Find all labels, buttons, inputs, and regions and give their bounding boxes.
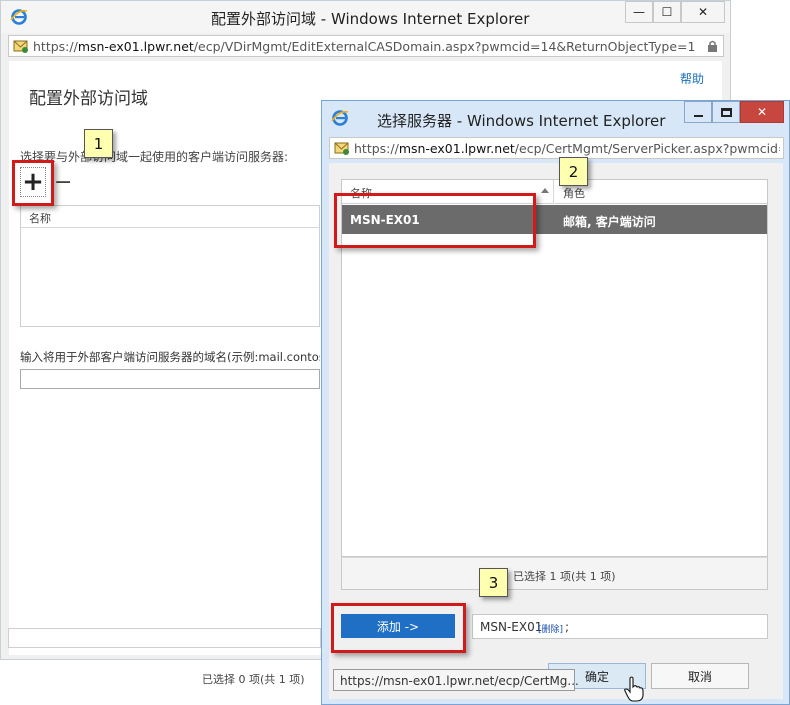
popup-address-bar[interactable]: https://msn-ex01.lpwr.net/ecp/CertMgmt/S…	[329, 137, 784, 159]
callout-badge-2: 2	[559, 157, 588, 186]
column-role-label: 角色	[563, 187, 585, 200]
callout-badge-1: 1	[84, 129, 113, 158]
callout-badge-3: 3	[479, 568, 508, 597]
lock-icon	[707, 40, 718, 52]
sort-ascending-icon	[541, 188, 549, 193]
popup-titlebar: 选择服务器 - Windows Internet Explorer ✕	[322, 101, 789, 135]
popup-url-text: https://msn-ex01.lpwr.net/ecp/CertMgmt/S…	[354, 141, 780, 156]
minimize-icon: —	[633, 5, 645, 19]
server-role-cell: 邮箱, 客户端访问	[563, 215, 656, 229]
callout-number-2: 2	[568, 162, 579, 181]
maximize-icon	[720, 107, 732, 117]
picker-footer: 已选择 1 项(共 1 项)	[341, 557, 768, 590]
ie-logo-icon	[10, 8, 28, 26]
ok-button-label: 确定	[584, 669, 609, 684]
help-link[interactable]: 帮助	[680, 70, 704, 87]
selected-items-box: MSN-EX01 [删除] ;	[472, 614, 768, 639]
url-scheme: https://	[33, 39, 78, 54]
callout-highlight-add-button	[12, 160, 54, 206]
main-maximize-button[interactable]: ☐	[653, 1, 681, 23]
status-url-text: https://msn-ex01.lpwr.net/ecp/CertMg...	[340, 674, 579, 688]
cancel-button[interactable]: 取消	[651, 663, 749, 689]
hand-cursor-icon	[623, 676, 645, 702]
selected-separator: ;	[565, 620, 570, 634]
main-url-text: https://msn-ex01.lpwr.net/ecp/VDirMgmt/E…	[33, 39, 703, 54]
status-url-tooltip: https://msn-ex01.lpwr.net/ecp/CertMg...	[333, 669, 579, 691]
close-icon: ✕	[697, 5, 709, 19]
page-envelope-icon	[13, 39, 29, 53]
ie-logo-icon	[331, 109, 349, 127]
column-name-label: 名称	[29, 212, 51, 225]
selected-server-name: MSN-EX01	[480, 620, 543, 634]
domain-name-label: 输入将用于外部客户端访问服务器的域名(示例:mail.contoso.com):	[20, 350, 320, 364]
close-icon: ✕	[756, 105, 768, 119]
list-column-header: 名称	[21, 206, 319, 228]
callout-highlight-server-row	[334, 193, 536, 248]
popup-maximize-button[interactable]	[712, 101, 740, 123]
popup-minimize-button[interactable]	[684, 101, 712, 123]
main-selection-status: 已选择 0 项(共 1 项)	[202, 673, 305, 686]
callout-number-3: 3	[488, 573, 499, 592]
selected-servers-list[interactable]: 名称	[20, 205, 320, 327]
remove-selected-link[interactable]: [删除]	[538, 622, 563, 635]
main-footer-bar	[8, 628, 321, 648]
main-address-bar[interactable]: https://msn-ex01.lpwr.net/ecp/VDirMgmt/E…	[8, 35, 724, 57]
popup-window-title: 选择服务器 - Windows Internet Explorer	[377, 112, 666, 130]
url-path: /ecp/CertMgmt/ServerPicker.aspx?pwmcid=1	[514, 141, 780, 156]
popup-close-button[interactable]: ✕	[740, 101, 784, 123]
callout-number-1: 1	[93, 134, 104, 153]
main-minimize-button[interactable]: —	[625, 1, 653, 23]
main-close-button[interactable]: ✕	[681, 1, 725, 23]
main-titlebar: 配置外部访问域 - Windows Internet Explorer — ☐ …	[1, 1, 730, 33]
page-envelope-icon	[334, 141, 350, 155]
maximize-icon: ☐	[661, 5, 673, 19]
minimize-icon	[693, 114, 703, 117]
main-window-title: 配置外部访问域 - Windows Internet Explorer	[211, 10, 530, 28]
picker-selection-status: 已选择 1 项(共 1 项)	[513, 570, 616, 583]
select-servers-label: 选择要与外部访问域一起使用的客户端访问服务器:	[20, 150, 289, 164]
cancel-button-label: 取消	[687, 669, 712, 684]
remove-server-button[interactable]: −	[54, 170, 72, 195]
url-host: msn-ex01.lpwr.net	[398, 141, 515, 156]
page-title: 配置外部访问域	[29, 89, 148, 109]
domain-name-input[interactable]	[20, 369, 320, 389]
url-path: /ecp/VDirMgmt/EditExternalCASDomain.aspx…	[193, 39, 696, 54]
url-host: msn-ex01.lpwr.net	[77, 39, 194, 54]
callout-highlight-add-arrow	[331, 603, 466, 653]
url-scheme: https://	[354, 141, 399, 156]
